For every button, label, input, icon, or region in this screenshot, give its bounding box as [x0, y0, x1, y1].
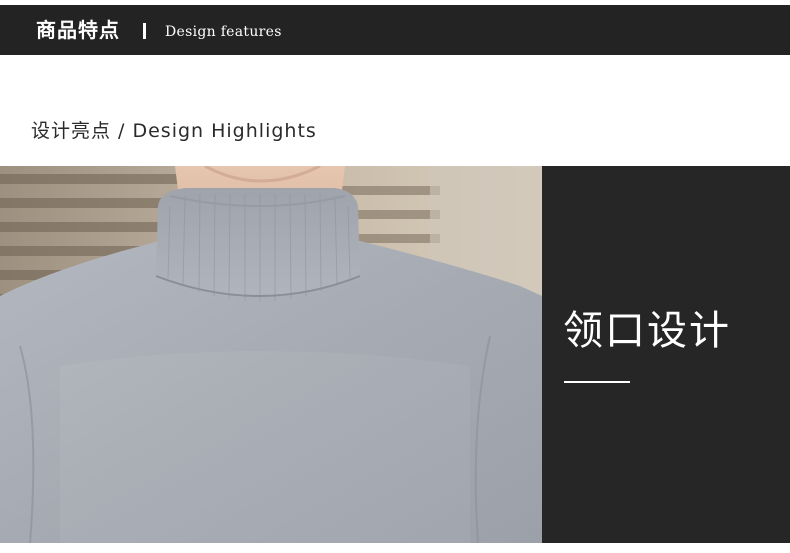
section-heading: 设计亮点 / Design Highlights	[31, 120, 317, 142]
feature-panel: 领口设计	[542, 166, 790, 543]
bottom-strip	[0, 543, 790, 553]
banner-subtitle: Design features	[165, 24, 282, 40]
feature-underline	[564, 381, 630, 383]
top-banner: 商品特点 Design features	[0, 5, 790, 55]
product-photo	[0, 166, 542, 543]
feature-title: 领口设计	[563, 308, 731, 354]
banner-divider	[143, 23, 146, 39]
banner-title: 商品特点	[36, 18, 120, 42]
